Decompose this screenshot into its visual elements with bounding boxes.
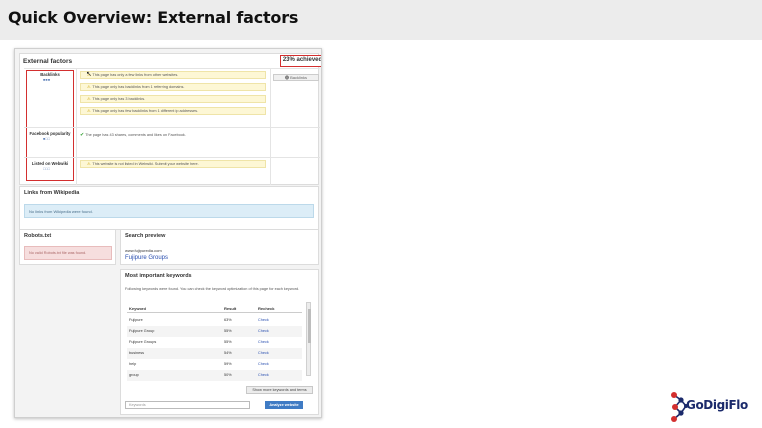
table-row: group 50% Check (127, 370, 302, 381)
check-link[interactable]: Check (258, 318, 269, 322)
backlinks-message: ⚠ This page only has 3 backlinks. (80, 95, 266, 103)
facebook-label: Facebook popularity (29, 131, 71, 136)
check-link[interactable]: Check (258, 373, 269, 377)
seo-report-screenshot: External factors 23% achieved Backlinks … (14, 48, 322, 418)
table-row: Fujipure Group 55% Check (127, 326, 302, 337)
divider (24, 68, 320, 69)
backlinks-message: ⚠ This page only has few backlinks from 1… (80, 107, 266, 115)
check-link[interactable]: Check (258, 329, 269, 333)
check-link[interactable]: Check (258, 362, 269, 366)
webwiki-meter: □□□ (43, 167, 51, 171)
achieved-badge: 23% achieved (280, 55, 321, 67)
brand-name: GoDigiFlo (686, 398, 748, 412)
column-header: Result (224, 306, 237, 311)
wikipedia-panel: Links from Wikipedia No links from Wikip… (19, 186, 319, 230)
backlinks-label: Backlinks (40, 72, 60, 77)
warning-icon: ⚠ (87, 109, 91, 113)
external-factors-panel: External factors 23% achieved Backlinks … (19, 53, 321, 185)
result-cell: 63% (224, 318, 232, 322)
result-cell: 55% (224, 329, 232, 333)
wikipedia-message: No links from Wikipedia were found. (24, 204, 314, 218)
keyword-cell: Fujipure Group (129, 329, 155, 333)
table-row: help 59% Check (127, 359, 302, 370)
keywords-title: Most important keywords (125, 273, 192, 279)
result-cell: 55% (224, 340, 232, 344)
keyword-cell: group (129, 373, 139, 377)
keyword-cell: Fujipure Groups (129, 340, 157, 344)
result-cell: 54% (224, 351, 232, 355)
preview-page-title[interactable]: Fujipure Groups (125, 255, 168, 261)
result-cell: 50% (224, 373, 232, 377)
keyword-cell: help (129, 362, 137, 366)
keywords-table: Keyword Result Recheck Fujipure 63% Chec… (127, 304, 310, 382)
slide-title: Quick Overview: External factors (8, 8, 299, 27)
backlinks-message: ⚠ This page only has backlinks from 1 ref… (80, 83, 266, 91)
search-preview-title: Search preview (125, 233, 166, 239)
table-scrollbar[interactable] (306, 302, 311, 376)
webwiki-message[interactable]: ⚠ This website is not listed in Webwiki. … (80, 160, 266, 168)
facebook-meter: ■□□ (43, 137, 51, 141)
keywords-description: Following keywords were found. You can c… (125, 287, 300, 291)
divider (24, 127, 320, 128)
divider (24, 157, 320, 158)
keywords-panel: Most important keywords Following keywor… (120, 269, 319, 415)
backlinks-meter: ■■■ (43, 78, 51, 82)
warning-icon: ⚠ (87, 85, 91, 89)
table-row: business 54% Check (127, 348, 302, 359)
show-more-keywords-button[interactable]: Show more keywords and terms (246, 386, 313, 394)
check-link[interactable]: Check (258, 340, 269, 344)
slide-title-bar: Quick Overview: External factors (0, 0, 762, 40)
column-header: Keyword (129, 306, 146, 311)
wikipedia-title: Links from Wikipedia (24, 190, 80, 196)
check-link[interactable]: Check (258, 351, 269, 355)
mouse-cursor-icon: ↖ (86, 71, 92, 78)
table-row: Fujipure Groups 55% Check (127, 337, 302, 348)
facebook-message: ✔ The page has 43 shares, comments and l… (80, 132, 186, 138)
brand-logo: GoDigiFlo (668, 389, 762, 425)
check-icon: ✔ (80, 132, 85, 138)
table-row: Fujipure 63% Check (127, 315, 302, 326)
molecule-logo-icon (671, 392, 688, 422)
robots-panel: Robots.txt No valid Robots.txt file was … (19, 229, 116, 265)
scrollbar-thumb[interactable] (307, 309, 311, 343)
preview-url: www.fujipuredia.com (125, 248, 162, 253)
search-preview-panel: Search preview www.fujipuredia.com Fujip… (120, 229, 319, 265)
warning-icon: ⚠ (87, 97, 91, 101)
table-header: Keyword Result Recheck (127, 304, 302, 313)
external-factors-title: External factors (23, 58, 73, 65)
warning-icon: ⚠ (87, 162, 91, 166)
robots-title: Robots.txt (24, 233, 52, 239)
result-cell: 59% (224, 362, 232, 366)
keyword-cell: Fujipure (129, 318, 143, 322)
webwiki-label: Listed on Webwiki (31, 161, 69, 166)
keywords-input[interactable]: Keywords (125, 401, 250, 409)
column-header: Recheck (258, 306, 275, 311)
robots-message: No valid Robots.txt file was found. (24, 246, 112, 260)
keyword-cell: business (129, 351, 144, 355)
backlinks-message: ⚠ This page has only a few links from oth… (80, 71, 266, 79)
backlinks-button[interactable]: ⓿ Backlinks (273, 74, 319, 81)
analyze-website-button[interactable]: Analyze website (265, 401, 303, 409)
